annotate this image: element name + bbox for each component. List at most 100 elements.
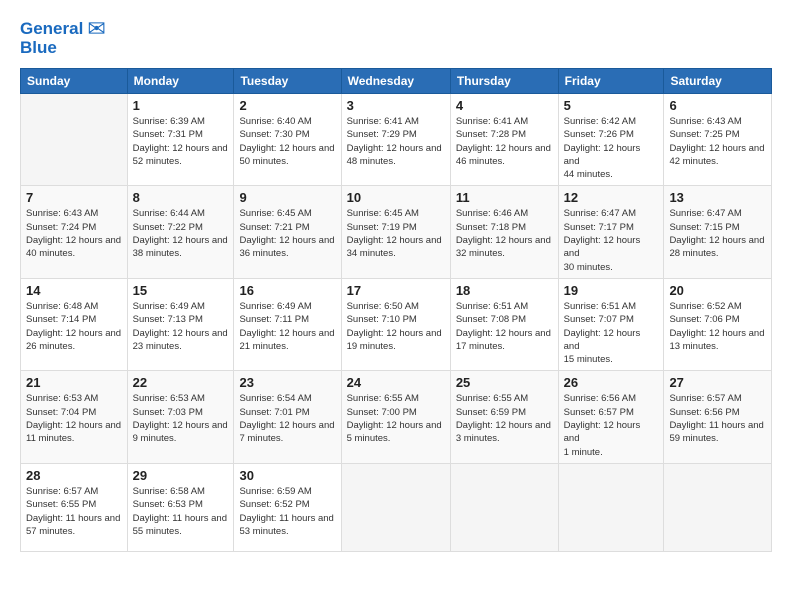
day-number: 26 [564,375,659,390]
sunset-text: Sunset: 7:26 PM [564,129,634,140]
day-number: 9 [239,190,335,205]
day-number: 6 [669,98,766,113]
day-number: 8 [133,190,229,205]
day-number: 15 [133,283,229,298]
calendar-cell: 16Sunrise: 6:49 AMSunset: 7:11 PMDayligh… [234,278,341,370]
sunrise-text: Sunrise: 6:54 AM [239,393,311,404]
day-number: 19 [564,283,659,298]
logo-blue-text: Blue [20,38,57,58]
col-monday: Monday [127,69,234,94]
daylight-text: Daylight: 12 hours and [26,328,121,339]
daylight-text-cont: 30 minutes. [564,262,613,273]
calendar-cell: 26 Sunrise: 6:56 AM Sunset: 6:57 PM Dayligh… [558,371,664,463]
day-number: 11 [456,190,553,205]
page: General ✉ Blue Sunday Monday Tuesday Wed… [0,0,792,612]
sunset-text: Sunset: 7:15 PM [669,222,739,233]
day-info: Sunrise: 6:52 AMSunset: 7:06 PMDaylight:… [669,300,766,353]
day-info: Sunrise: 6:41 AMSunset: 7:28 PMDaylight:… [456,115,553,168]
day-number: 7 [26,190,122,205]
sunset-text: Sunset: 6:57 PM [564,407,634,418]
sunrise-text: Sunrise: 6:56 AM [564,393,636,404]
daylight-text-cont: 42 minutes. [669,156,718,167]
sunset-text: Sunset: 7:19 PM [347,222,417,233]
day-info: Sunrise: 6:47 AMSunset: 7:17 PMDaylight:… [564,207,659,273]
day-number: 5 [564,98,659,113]
sunrise-text: Sunrise: 6:46 AM [456,208,528,219]
daylight-text-cont: 11 minutes. [26,433,74,444]
daylight-text: Daylight: 12 hours and [133,143,228,154]
daylight-text: Daylight: 12 hours and [347,420,442,431]
day-info: Sunrise: 6:51 AMSunset: 7:07 PMDaylight:… [564,300,659,366]
calendar-cell: 18Sunrise: 6:51 AMSunset: 7:08 PMDayligh… [450,278,558,370]
sunrise-text: Sunrise: 6:45 AM [347,208,419,219]
daylight-text-cont: 19 minutes. [347,341,396,352]
sunrise-text: Sunrise: 6:41 AM [456,116,528,127]
daylight-text: Daylight: 12 hours and [26,420,121,431]
day-info: Sunrise: 6:57 AMSunset: 6:55 PMDaylight:… [26,485,122,538]
day-info: Sunrise: 6:43 AMSunset: 7:24 PMDaylight:… [26,207,122,260]
sunrise-text: Sunrise: 6:57 AM [669,393,741,404]
sunrise-text: Sunrise: 6:58 AM [133,486,205,497]
day-info: Sunrise: 6:58 AMSunset: 6:53 PMDaylight:… [133,485,229,538]
calendar-cell [341,463,450,551]
daylight-text: Daylight: 12 hours and [564,420,641,444]
daylight-text: Daylight: 12 hours and [456,328,551,339]
sunset-text: Sunset: 6:59 PM [456,407,526,418]
day-info: Sunrise: 6:53 AMSunset: 7:03 PMDaylight:… [133,392,229,445]
day-info: Sunrise: 6:47 AMSunset: 7:15 PMDaylight:… [669,207,766,260]
day-info: Sunrise: 6:49 AMSunset: 7:13 PMDaylight:… [133,300,229,353]
sunrise-text: Sunrise: 6:53 AM [133,393,205,404]
day-number: 17 [347,283,445,298]
daylight-text-cont: 36 minutes. [239,248,288,259]
sunset-text: Sunset: 7:17 PM [564,222,634,233]
sunrise-text: Sunrise: 6:52 AM [669,301,741,312]
calendar-cell: 6Sunrise: 6:43 AMSunset: 7:25 PMDaylight… [664,94,772,186]
sunrise-text: Sunrise: 6:44 AM [133,208,205,219]
calendar-cell: 30Sunrise: 6:59 AMSunset: 6:52 PMDayligh… [234,463,341,551]
daylight-text: Daylight: 12 hours and [133,420,228,431]
sunset-text: Sunset: 7:08 PM [456,314,526,325]
day-info: Sunrise: 6:45 AM Sunset: 7:19 PM Daylight:… [347,207,445,260]
daylight-text-cont: 59 minutes. [669,433,718,444]
col-sunday: Sunday [21,69,128,94]
daylight-text-cont: 32 minutes. [456,248,505,259]
daylight-text: Daylight: 12 hours and [564,235,641,259]
sunset-text: Sunset: 7:28 PM [456,129,526,140]
calendar-cell: 19 Sunrise: 6:51 AMSunset: 7:07 PMDayligh… [558,278,664,370]
daylight-text: Daylight: 12 hours and [564,328,641,352]
daylight-text-cont: 13 minutes. [669,341,718,352]
sunset-text: Sunset: 7:07 PM [564,314,634,325]
day-info: Sunrise: 6:45 AMSunset: 7:21 PMDaylight:… [239,207,335,260]
sunset-text: Sunset: 6:55 PM [26,499,96,510]
day-info: Sunrise: 6:41 AMSunset: 7:29 PMDaylight:… [347,115,445,168]
daylight-text-cont: 46 minutes. [456,156,505,167]
sunset-text: Sunset: 7:10 PM [347,314,417,325]
sunset-text: Sunset: 7:01 PM [239,407,309,418]
daylight-text: Daylight: 12 hours and [26,235,121,246]
daylight-text-cont: 21 minutes. [239,341,288,352]
calendar-cell: 7 Sunrise: 6:43 AMSunset: 7:24 PMDaylight… [21,186,128,278]
day-number: 28 [26,468,122,483]
sunrise-text: Sunrise: 6:59 AM [239,486,311,497]
sunset-text: Sunset: 7:21 PM [239,222,309,233]
day-number: 25 [456,375,553,390]
calendar-cell: 15 Sunrise: 6:49 AMSunset: 7:13 PMDayligh… [127,278,234,370]
calendar-table: Sunday Monday Tuesday Wednesday Thursday… [20,68,772,552]
daylight-text-cont: 3 minutes. [456,433,500,444]
calendar-week-row: 1Sunrise: 6:39 AMSunset: 7:31 PMDaylight… [21,94,772,186]
calendar-cell: 1Sunrise: 6:39 AMSunset: 7:31 PMDaylight… [127,94,234,186]
sunrise-text: Sunrise: 6:57 AM [26,486,98,497]
sunrise-text: Sunrise: 6:43 AM [26,208,98,219]
sunset-text: Sunset: 6:56 PM [669,407,739,418]
day-number: 16 [239,283,335,298]
calendar-cell [558,463,664,551]
calendar-cell: 8Sunrise: 6:44 AMSunset: 7:22 PMDaylight… [127,186,234,278]
logo: General ✉ Blue [20,16,106,58]
daylight-text-cont: 40 minutes. [26,248,75,259]
calendar-cell: 28Sunrise: 6:57 AMSunset: 6:55 PMDayligh… [21,463,128,551]
daylight-text: Daylight: 12 hours and [347,235,442,246]
daylight-text: Daylight: 12 hours and [133,328,228,339]
daylight-text-cont: 53 minutes. [239,526,288,537]
sunset-text: Sunset: 7:13 PM [133,314,203,325]
daylight-text-cont: 26 minutes. [26,341,75,352]
